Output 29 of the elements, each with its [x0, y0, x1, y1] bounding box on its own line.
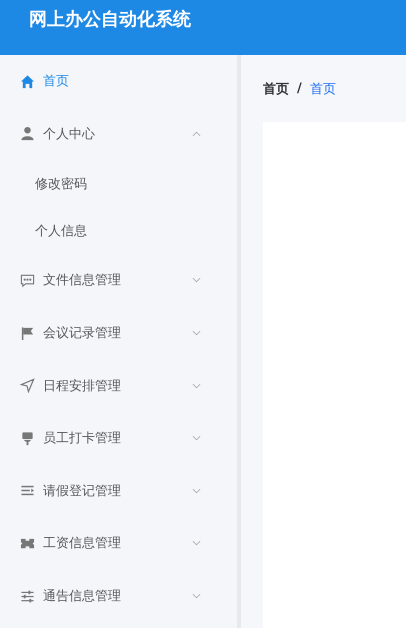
- chevron-icon: [192, 277, 201, 284]
- sliders-icon: [20, 588, 35, 604]
- menu-item[interactable]: 请假登记管理: [0, 464, 237, 518]
- menu-item[interactable]: 个人中心: [0, 108, 237, 160]
- breadcrumb-separator: /: [297, 81, 302, 96]
- submenu-item[interactable]: 修改密码: [0, 160, 237, 208]
- menu-item[interactable]: 会议记录管理: [0, 306, 237, 360]
- breadcrumb-link[interactable]: 首页: [310, 80, 336, 98]
- app-title: 网上办公自动化系统: [29, 9, 191, 30]
- submenu-item[interactable]: 个人信息: [0, 207, 237, 254]
- menu-item[interactable]: 文件信息管理: [0, 254, 237, 307]
- chevron-icon: [192, 382, 201, 389]
- menu-item[interactable]: 通告信息管理: [0, 570, 237, 622]
- chevron-icon: [192, 488, 201, 494]
- menu-item[interactable]: 工资信息管理: [0, 517, 237, 570]
- breadcrumb-link[interactable]: 首页: [263, 80, 289, 98]
- menu-item[interactable]: 日程安排管理: [0, 359, 237, 412]
- chat-icon: [20, 272, 35, 288]
- stamp-icon: [20, 430, 35, 446]
- home-icon: [20, 74, 35, 89]
- chevron-icon: [192, 130, 201, 137]
- chevron-icon: [192, 330, 201, 336]
- send-icon: [20, 378, 35, 394]
- user-icon: [20, 126, 35, 142]
- chevron-icon: [192, 593, 201, 600]
- chevron-icon: [192, 540, 201, 546]
- chevron-icon: [192, 435, 201, 442]
- flag-icon: [20, 326, 35, 341]
- menu-item[interactable]: 员工打卡管理: [0, 412, 237, 465]
